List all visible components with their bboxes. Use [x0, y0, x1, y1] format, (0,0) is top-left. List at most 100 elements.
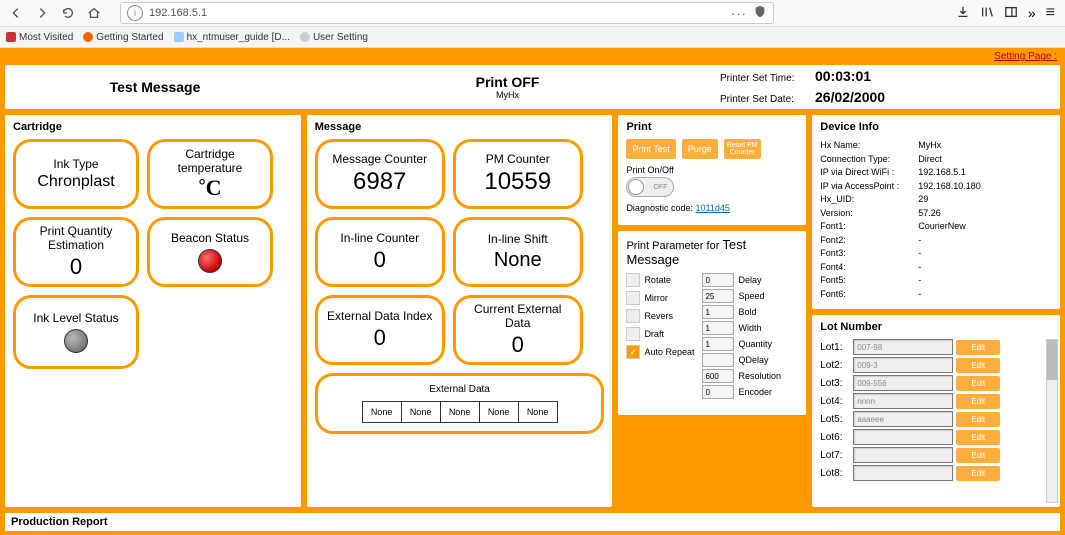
back-button[interactable]: [6, 3, 26, 23]
param-label: Quantity: [738, 339, 772, 349]
download-icon[interactable]: [956, 5, 970, 22]
param-input[interactable]: 25: [702, 289, 734, 303]
print-toggle[interactable]: OFF: [626, 177, 674, 197]
lot-input[interactable]: nnnn: [853, 393, 953, 409]
lot-edit-button[interactable]: Edit: [956, 430, 1000, 445]
menu-icon[interactable]: ≡: [1046, 4, 1055, 22]
ext-cell: None: [518, 401, 558, 423]
draft-checkbox[interactable]: Draft: [626, 327, 694, 341]
device-info-row: IP via AccessPoint :192.168.10.180: [820, 180, 1052, 194]
device-info-row: Font2:-: [820, 234, 1052, 248]
device-info-row: Hx Name:MyHx: [820, 139, 1052, 153]
bookmark-guide[interactable]: hx_ntmuser_guide [D...: [174, 32, 290, 43]
lot-edit-button[interactable]: Edit: [956, 358, 1000, 373]
lot-row: Lot6:Edit: [820, 429, 1052, 445]
lot-row: Lot8:Edit: [820, 465, 1052, 481]
reload-button[interactable]: [58, 3, 78, 23]
ext-cell: None: [401, 401, 441, 423]
lot-title: Lot Number: [820, 321, 1052, 333]
lot-edit-button[interactable]: Edit: [956, 394, 1000, 409]
ink-type-card: Ink Type Chronplast: [13, 139, 139, 209]
lot-input[interactable]: [853, 447, 953, 463]
pm-counter-card: PM Counter 10559: [453, 139, 583, 209]
lot-input[interactable]: 009-556: [853, 375, 953, 391]
overflow-icon[interactable]: »: [1028, 5, 1036, 21]
inline-counter-value: 0: [374, 247, 386, 273]
lot-input[interactable]: [853, 429, 953, 445]
bookmark-user-setting[interactable]: User Setting: [300, 32, 368, 43]
device-info-row: Font6:-: [820, 288, 1052, 302]
print-onoff-label: Print On/Off: [626, 165, 798, 175]
device-info-row: Font4:-: [820, 261, 1052, 275]
header-datetime: Printer Set Time:00:03:01 Printer Set Da…: [720, 66, 1050, 108]
param-input[interactable]: 1: [702, 337, 734, 351]
cartridge-title: Cartridge: [13, 121, 293, 133]
lot-row: Lot5:aaaeeeEdit: [820, 411, 1052, 427]
param-input[interactable]: 1: [702, 321, 734, 335]
lot-input[interactable]: aaaeee: [853, 411, 953, 427]
param-row: 1Bold: [702, 305, 781, 319]
device-info-row: Connection Type:Direct: [820, 153, 1052, 167]
lot-edit-button[interactable]: Edit: [956, 340, 1000, 355]
bookmark-most-visited[interactable]: Most Visited: [6, 32, 73, 43]
lot-scrollbar[interactable]: [1046, 339, 1058, 503]
purge-button[interactable]: Purge: [682, 139, 718, 159]
revers-checkbox[interactable]: Revers: [626, 309, 694, 323]
library-icon[interactable]: [980, 5, 994, 22]
cur-ext-card: Current External Data 0: [453, 295, 583, 365]
info-icon[interactable]: i: [127, 5, 143, 21]
rotate-checkbox[interactable]: Rotate: [626, 273, 694, 287]
diagnostic-code: Diagnostic code: 1011d45: [626, 203, 798, 213]
lot-row: Lot2:009-3Edit: [820, 357, 1052, 373]
lot-row: Lot1:007-98Edit: [820, 339, 1052, 355]
header-message-name: Test Message: [15, 79, 295, 95]
lot-edit-button[interactable]: Edit: [956, 376, 1000, 391]
url-bar[interactable]: i 192.168.5.1 ···: [120, 2, 774, 24]
ext-cell: None: [479, 401, 519, 423]
reset-pm-button[interactable]: Reset PMCounter: [724, 139, 761, 159]
sidebar-icon[interactable]: [1004, 5, 1018, 22]
forward-button[interactable]: [32, 3, 52, 23]
header-device-short: MyHx: [295, 90, 720, 100]
print-test-button[interactable]: Print Test: [626, 139, 675, 159]
url-more-icon[interactable]: ···: [731, 6, 747, 21]
param-label: Resolution: [738, 371, 781, 381]
lot-input[interactable]: [853, 465, 953, 481]
param-row: 600 Resolution: [702, 369, 781, 383]
lot-edit-button[interactable]: Edit: [956, 412, 1000, 427]
external-data-box: External Data None None None None None: [315, 373, 605, 434]
shield-icon[interactable]: [753, 5, 767, 22]
param-label: Delay: [738, 275, 761, 285]
external-data-cells: None None None None None: [328, 401, 592, 423]
param-input[interactable]: 600: [702, 369, 734, 383]
auto-repeat-checkbox[interactable]: ✓Auto Repeat: [626, 345, 694, 359]
header-print-status: Print OFF: [295, 74, 720, 90]
msg-counter-card: Message Counter 6987: [315, 139, 445, 209]
param-input[interactable]: 0: [702, 273, 734, 287]
lot-input[interactable]: 009-3: [853, 357, 953, 373]
lot-panel: Lot Number Lot1:007-98Edit Lot2:009-3Edit…: [812, 315, 1060, 507]
ext-index-value: 0: [374, 325, 386, 351]
param-input[interactable]: [702, 353, 734, 367]
header-bar: Test Message Print OFF MyHx Printer Set …: [5, 65, 1060, 109]
pm-counter-value: 10559: [484, 168, 551, 196]
bookmarks-bar: Most Visited Getting Started hx_ntmuser_…: [0, 27, 1065, 48]
device-info-panel: Device Info Hx Name:MyHxConnection Type:…: [812, 115, 1060, 309]
beacon-led-icon: [198, 249, 222, 273]
diagnostic-link[interactable]: 1011d45: [696, 203, 730, 213]
lot-edit-button[interactable]: Edit: [956, 448, 1000, 463]
param-input[interactable]: 1: [702, 305, 734, 319]
lot-input[interactable]: 007-98: [853, 339, 953, 355]
device-info-row: Font5:-: [820, 274, 1052, 288]
home-button[interactable]: [84, 3, 104, 23]
lot-edit-button[interactable]: Edit: [956, 466, 1000, 481]
bookmark-getting-started[interactable]: Getting Started: [83, 32, 163, 43]
ink-type-value: Chronplast: [37, 173, 114, 191]
browser-chrome: i 192.168.5.1 ··· » ≡: [0, 0, 1065, 27]
setting-page-link[interactable]: Setting Page :: [0, 48, 1065, 65]
mirror-checkbox[interactable]: Mirror: [626, 291, 694, 305]
param-input[interactable]: 0: [702, 385, 734, 399]
print-param-title: Print Parameter for Test Message: [626, 237, 798, 267]
inline-shift-card: In-line Shift None: [453, 217, 583, 287]
param-row: 1 Quantity: [702, 337, 781, 351]
